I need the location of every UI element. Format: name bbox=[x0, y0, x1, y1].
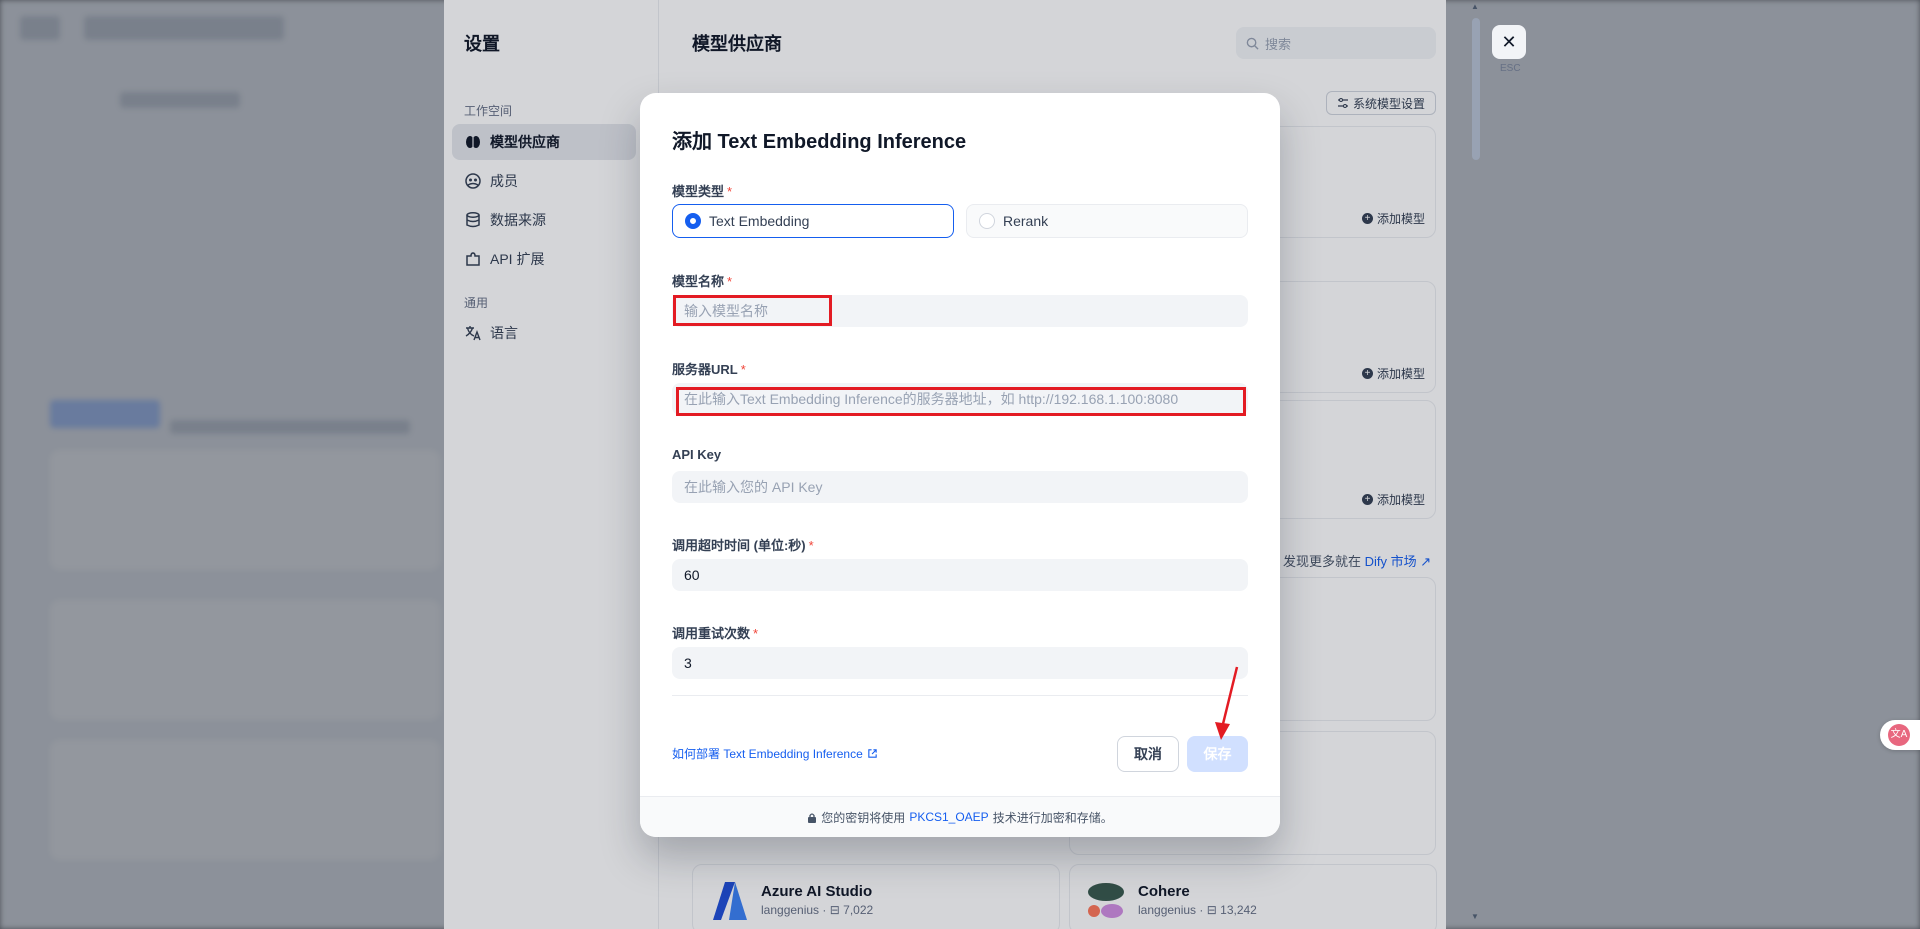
dialog-divider bbox=[672, 695, 1248, 696]
scroll-down-arrow[interactable]: ▼ bbox=[1471, 912, 1479, 921]
footer-suffix: 技术进行加密和存储。 bbox=[992, 810, 1113, 825]
dialog-title: 添加 Text Embedding Inference bbox=[672, 131, 967, 153]
api-key-label: API Key bbox=[672, 447, 722, 462]
retries-input[interactable] bbox=[672, 647, 1248, 679]
model-type-option-rerank[interactable]: Rerank bbox=[966, 204, 1248, 238]
scroll-up-arrow[interactable]: ▲ bbox=[1471, 2, 1479, 11]
close-icon: ✕ bbox=[1501, 31, 1517, 52]
model-name-label-text: 模型名称 bbox=[672, 274, 725, 289]
pkcs-link[interactable]: PKCS1_OAEP bbox=[909, 810, 988, 824]
external-link-icon bbox=[868, 749, 877, 758]
translate-extension-button[interactable]: 文A bbox=[1880, 720, 1920, 750]
help-link-text: 如何部署 Text Embedding Inference bbox=[672, 747, 863, 761]
server-url-input[interactable] bbox=[672, 383, 1248, 415]
model-type-label: 模型类型 * bbox=[672, 181, 732, 200]
model-name-label: 模型名称 * bbox=[672, 271, 732, 290]
translate-extension-icon: 文A bbox=[1888, 724, 1910, 746]
scrollbar-thumb[interactable] bbox=[1472, 18, 1480, 160]
server-url-label-text: 服务器URL bbox=[672, 362, 738, 377]
lock-icon bbox=[808, 812, 817, 823]
option-label: Rerank bbox=[1003, 213, 1049, 229]
retries-label: 调用重试次数 * bbox=[672, 623, 758, 642]
retries-label-text: 调用重试次数 bbox=[672, 626, 751, 641]
option-label: Text Embedding bbox=[709, 213, 810, 229]
save-button[interactable]: 保存 bbox=[1187, 736, 1248, 772]
model-name-input[interactable] bbox=[672, 295, 1248, 327]
footer-prefix: 您的密钥将使用 bbox=[821, 810, 906, 825]
server-url-label: 服务器URL * bbox=[672, 359, 746, 378]
required-mark: * bbox=[727, 184, 733, 199]
encryption-notice: 您的密钥将使用 PKCS1_OAEP 技术进行加密和存储。 bbox=[640, 796, 1280, 837]
esc-hint: ESC bbox=[1500, 63, 1521, 74]
required-mark: * bbox=[740, 362, 746, 377]
model-type-option-text-embedding[interactable]: Text Embedding bbox=[672, 204, 954, 238]
required-mark: * bbox=[808, 538, 814, 553]
radio-unselected-icon bbox=[979, 213, 995, 229]
timeout-label: 调用超时时间 (单位:秒) * bbox=[672, 535, 814, 554]
timeout-label-text: 调用超时时间 (单位:秒) bbox=[672, 538, 806, 553]
add-model-dialog: 添加 Text Embedding Inference 模型类型 * Text E… bbox=[640, 93, 1280, 837]
close-settings-button[interactable]: ✕ bbox=[1492, 25, 1526, 59]
required-mark: * bbox=[753, 626, 759, 641]
model-type-label-text: 模型类型 bbox=[672, 184, 725, 199]
cancel-button[interactable]: 取消 bbox=[1117, 736, 1179, 772]
required-mark: * bbox=[727, 274, 733, 289]
deploy-help-link[interactable]: 如何部署 Text Embedding Inference bbox=[672, 745, 878, 762]
radio-selected-icon bbox=[685, 213, 701, 229]
timeout-input[interactable] bbox=[672, 559, 1248, 591]
api-key-input[interactable] bbox=[672, 471, 1248, 503]
